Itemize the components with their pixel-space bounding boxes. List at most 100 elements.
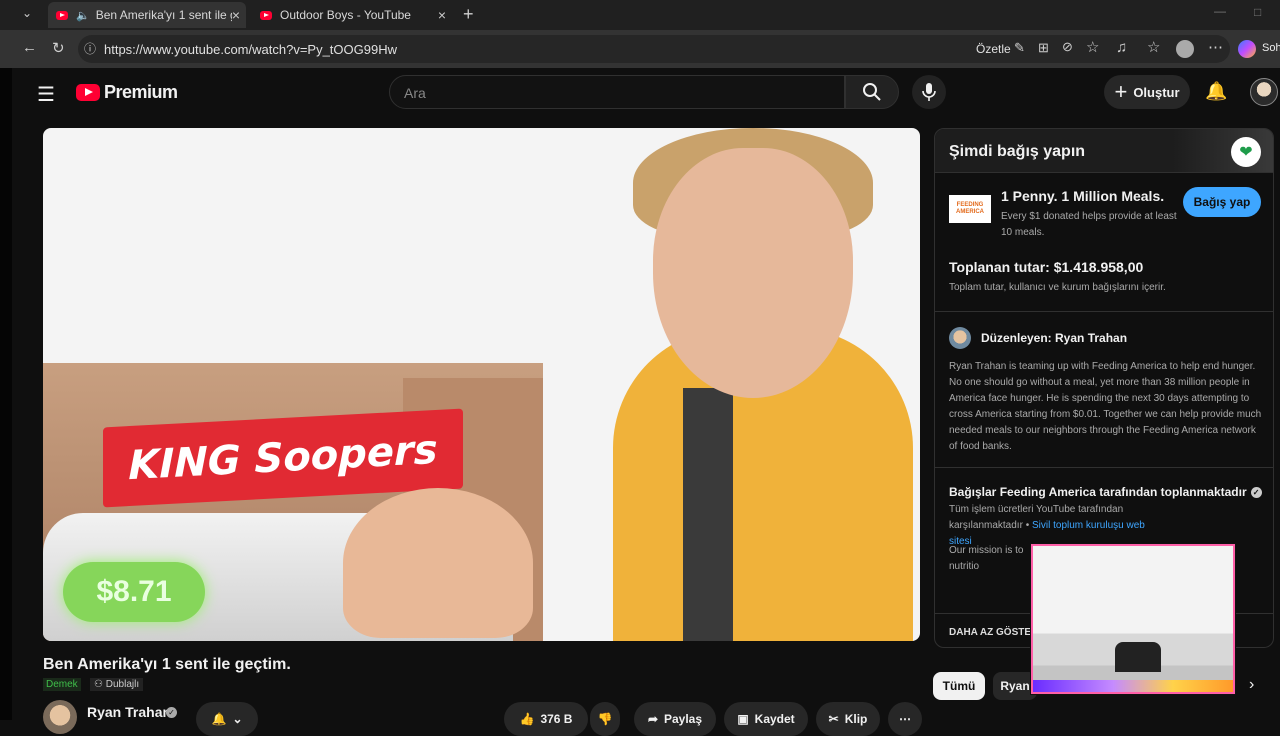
tab-list-chevron-icon[interactable]: ⌄ <box>22 6 32 20</box>
search-button[interactable] <box>845 75 899 109</box>
dubbed-label: Dublajlı <box>105 679 140 690</box>
favorites-icon[interactable]: ☆ <box>1147 38 1160 56</box>
tracking-prevention-icon[interactable]: ⊘ <box>1062 39 1073 55</box>
favorite-star-icon[interactable]: ☆ <box>1086 38 1099 56</box>
notifications-bell-icon[interactable]: 🔔 <box>1205 81 1227 102</box>
thumbs-down-icon: 👎 <box>597 712 613 726</box>
create-button[interactable]: + Oluştur <box>1104 75 1190 109</box>
more-dots-icon: ⋯ <box>899 712 911 726</box>
microphone-icon <box>922 83 936 101</box>
verified-check-icon: ✓ <box>166 707 177 718</box>
new-tab-icon[interactable]: + <box>463 4 474 25</box>
save-button[interactable]: ▣ Kaydet <box>724 702 808 736</box>
campaign-long-description: Ryan Trahan is teaming up with Feeding A… <box>949 361 1262 452</box>
thumbs-up-icon: 👍 <box>519 712 535 726</box>
chevron-down-icon: ⌄ <box>232 712 243 726</box>
collected-by-text: Bağışlar Feeding America tarafından topl… <box>949 485 1247 499</box>
subscribe-bell-button[interactable]: 🔔 ⌄ <box>196 702 258 736</box>
dubbed-badge: ⚇ Dublajlı <box>90 678 144 691</box>
webcam-overlay <box>1030 543 1236 695</box>
channel-name[interactable]: Ryan Trahan <box>87 704 171 720</box>
back-icon[interactable]: ← <box>22 39 37 56</box>
create-label: Oluştur <box>1133 84 1180 100</box>
more-actions-button[interactable]: ⋯ <box>888 702 922 736</box>
video-tag[interactable]: Demek <box>43 678 81 691</box>
channel-avatar[interactable] <box>43 700 77 734</box>
speaker-icon[interactable]: 🔈 <box>76 9 90 22</box>
divider <box>935 467 1273 468</box>
divider <box>935 311 1273 312</box>
site-info-icon[interactable]: ⓘ <box>84 40 96 57</box>
donate-button[interactable]: Bağış yap <box>1183 187 1261 217</box>
tab-active[interactable]: 🔈 Ben Amerika'yı 1 sent ile geçti × <box>48 2 246 28</box>
search-input[interactable]: Ara <box>389 75 845 109</box>
dislike-button[interactable]: 👎 <box>590 702 620 736</box>
browser-tab-bar: ⌄ 🔈 Ben Amerika'yı 1 sent ile geçti × Ou… <box>0 0 1280 30</box>
restore-icon[interactable]: □ <box>1254 5 1261 19</box>
donation-header: Şimdi bağış yapın ❤ <box>935 129 1273 173</box>
extensions-icon[interactable]: ♫ <box>1116 39 1127 56</box>
clip-label: Klip <box>844 712 868 726</box>
youtube-play-icon <box>76 84 100 101</box>
scissors-icon: ✂ <box>828 712 839 726</box>
video-player[interactable]: KING Soopers $8.71 <box>43 128 920 641</box>
show-less-button[interactable]: DAHA AZ GÖSTE <box>949 627 1031 638</box>
youtube-logo[interactable]: Premium <box>76 82 178 103</box>
search-icon <box>863 83 881 101</box>
campaign-title: 1 Penny. 1 Million Meals. <box>1001 188 1165 204</box>
collected-by: Bağışlar Feeding America tarafından topl… <box>949 485 1262 499</box>
summarize-label[interactable]: Özetle <box>976 42 1011 56</box>
heart-icon: ❤ <box>1231 137 1261 167</box>
video-frame-person <box>343 128 920 641</box>
more-menu-icon[interactable]: ⋯ <box>1208 38 1223 56</box>
browser-toolbar: ← ↻ ⓘ https://www.youtube.com/watch?v=Py… <box>0 30 1280 68</box>
reload-icon[interactable]: ↻ <box>52 39 65 57</box>
webcam-chair <box>1115 642 1161 672</box>
organizer-avatar <box>949 327 971 349</box>
tab-title: Outdoor Boys - YouTube <box>280 8 411 22</box>
bell-icon: 🔔 <box>211 712 227 726</box>
logo-text: Premium <box>104 82 178 102</box>
summarize-icon[interactable]: ✎ <box>1014 40 1025 56</box>
youtube-page: ☰ Premium Ara + Oluştur 🔔 KING Soopers $… <box>0 68 1280 736</box>
profile-icon[interactable] <box>1176 40 1194 58</box>
plus-icon: + <box>1114 79 1128 104</box>
chips-next-chevron-icon[interactable]: › <box>1249 676 1254 694</box>
address-field[interactable]: ⓘ https://www.youtube.com/watch?v=Py_tOO… <box>78 35 1230 63</box>
search-placeholder: Ara <box>404 85 426 101</box>
copilot-label[interactable]: Soh <box>1262 42 1280 54</box>
donation-header-title: Şimdi bağış yapın <box>949 143 1086 160</box>
share-button[interactable]: ➦ Paylaş <box>634 702 716 736</box>
total-note: Toplam tutar, kullanıcı ve kurum bağışla… <box>949 282 1166 293</box>
total-raised: Toplanan tutar: $1.418.958,00 <box>949 259 1144 275</box>
hamburger-menu-icon[interactable]: ☰ <box>37 82 55 107</box>
price-overlay: $8.71 <box>63 562 205 622</box>
tab-close-icon[interactable]: × <box>232 7 240 23</box>
minimize-icon[interactable]: — <box>1214 4 1226 18</box>
share-label: Paylaş <box>664 712 703 726</box>
feeding-america-logo: FEEDING AMERICA <box>949 195 991 223</box>
copilot-icon[interactable] <box>1238 40 1256 58</box>
like-count: 376 B <box>540 712 573 726</box>
chip-all[interactable]: Tümü <box>933 672 985 700</box>
url-text: https://www.youtube.com/watch?v=Py_tOOG9… <box>104 42 397 57</box>
tab-close-icon[interactable]: × <box>438 7 446 23</box>
save-label: Kaydet <box>754 712 795 726</box>
youtube-favicon-icon <box>260 10 272 20</box>
backpack-strap <box>683 388 733 641</box>
tab-outdoor-boys[interactable]: Outdoor Boys - YouTube × <box>252 2 452 28</box>
clip-button[interactable]: ✂ Klip <box>816 702 880 736</box>
save-icon: ▣ <box>737 712 749 726</box>
verified-check-icon: ✓ <box>1250 487 1262 498</box>
tab-title: Ben Amerika'yı 1 sent ile geçti <box>95 8 232 22</box>
youtube-favicon-icon <box>56 10 68 20</box>
webcam-gradient-bar <box>1033 680 1233 692</box>
organizer-label: Düzenleyen: Ryan Trahan <box>981 331 1128 345</box>
like-button[interactable]: 👍 376 B <box>504 702 588 736</box>
account-avatar[interactable] <box>1250 78 1278 106</box>
grid-icon[interactable]: ⊞ <box>1038 40 1049 56</box>
share-arrow-icon: ➦ <box>647 712 658 726</box>
voice-search-button[interactable] <box>912 75 946 109</box>
video-title: Ben Amerika'yı 1 sent ile geçtim. <box>43 656 291 673</box>
person-face <box>653 148 853 398</box>
